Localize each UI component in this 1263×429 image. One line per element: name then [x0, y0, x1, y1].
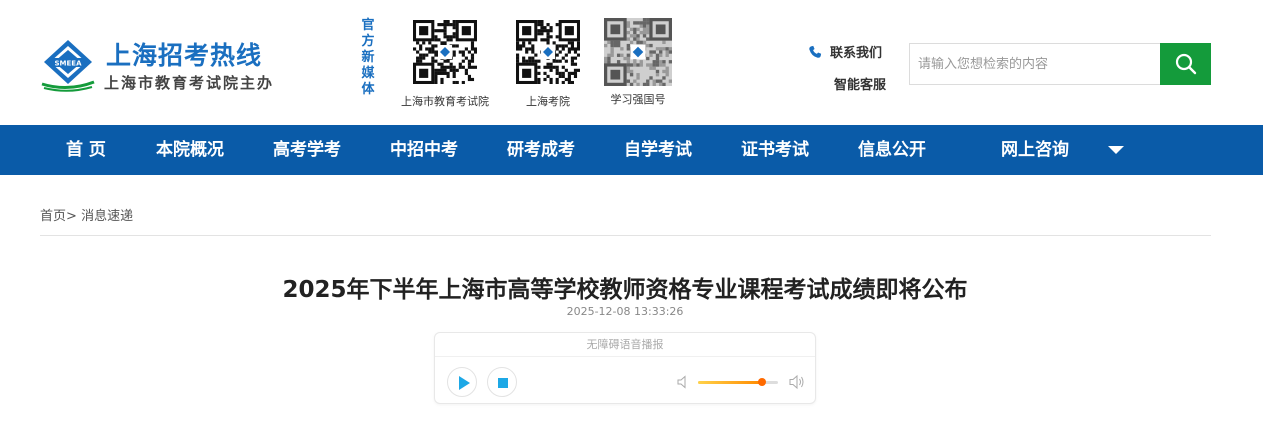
qr-code-image: [603, 17, 673, 87]
breadcrumb-home[interactable]: 首页: [40, 209, 66, 224]
play-icon: [459, 376, 470, 390]
volume-slider-knob[interactable]: [758, 378, 766, 386]
contact-us-label: 联系我们: [830, 46, 883, 61]
nav-item-home[interactable]: 首 页: [66, 125, 106, 175]
qr-caption: 学习强国号: [610, 93, 666, 106]
nav-item-certificate[interactable]: 证书考试: [741, 125, 809, 175]
nav-item-zikao[interactable]: 自学考试: [624, 125, 692, 175]
qr-code-image: [515, 19, 581, 85]
nav-item-disclosure[interactable]: 信息公开: [858, 125, 926, 175]
qr-caption: 上海市教育考试院: [401, 95, 489, 108]
main-nav: 首 页 本院概况 高考学考 中招中考 研考成考 自学考试 证书考试 信息公开 网…: [0, 125, 1263, 175]
official-media-label: 官 方 新 媒 体: [361, 18, 375, 97]
breadcrumb-current[interactable]: 消息速递: [81, 209, 133, 224]
stop-icon: [498, 378, 508, 388]
search-icon: [1175, 53, 1196, 75]
nav-item-gaokao[interactable]: 高考学考: [273, 125, 341, 175]
contact-us-link[interactable]: 联系我们: [808, 42, 882, 61]
article-date: 2025-12-08 13:33:26: [566, 305, 684, 318]
search-button[interactable]: [1160, 43, 1211, 85]
audio-player: 无障碍语音播报: [434, 332, 816, 404]
smart-service-link[interactable]: 智能客服: [834, 74, 886, 93]
qr-code-shkaoyuan[interactable]: 上海考院: [500, 19, 596, 109]
volume-slider[interactable]: [698, 378, 778, 386]
svg-text:SMEEA: SMEEA: [55, 60, 83, 68]
qr-code-smeea[interactable]: 上海市教育考试院: [397, 19, 493, 109]
search-box: [909, 43, 1211, 85]
smeea-emblem-icon: SMEEA: [41, 40, 95, 92]
breadcrumb: 首页> 消息速递: [40, 205, 133, 224]
phone-icon: [809, 45, 822, 58]
volume-high-icon[interactable]: [789, 374, 805, 390]
nav-item-about[interactable]: 本院概况: [156, 125, 224, 175]
breadcrumb-separator: >: [66, 209, 77, 224]
chevron-down-icon[interactable]: [1107, 145, 1125, 155]
search-input[interactable]: [910, 44, 1161, 84]
nav-item-yankao[interactable]: 研考成考: [507, 125, 575, 175]
nav-item-consult[interactable]: 网上咨询: [1001, 125, 1069, 175]
player-title: 无障碍语音播报: [435, 333, 815, 357]
qr-caption: 上海考院: [526, 95, 570, 108]
play-button[interactable]: [447, 367, 477, 397]
qr-code-image: [412, 19, 478, 85]
volume-low-icon[interactable]: [677, 375, 689, 389]
logo-subtitle: 上海市教育考试院主办: [104, 74, 275, 92]
nav-item-zhongkao[interactable]: 中招中考: [390, 125, 458, 175]
volume-slider-fill: [698, 381, 762, 384]
site-logo[interactable]: SMEEA 上海招考热线 上海市教育考试院主办: [40, 36, 280, 96]
article-title: 2025年下半年上海市高等学校教师资格专业课程考试成绩即将公布: [282, 277, 968, 303]
logo-title: 上海招考热线: [106, 41, 263, 70]
qr-code-xuexiqiangguo[interactable]: 学习强国号: [590, 17, 686, 107]
divider: [40, 235, 1211, 236]
site-header: SMEEA 上海招考热线 上海市教育考试院主办 官 方 新 媒 体 上海市教育考…: [0, 0, 1263, 125]
stop-button[interactable]: [487, 367, 517, 397]
